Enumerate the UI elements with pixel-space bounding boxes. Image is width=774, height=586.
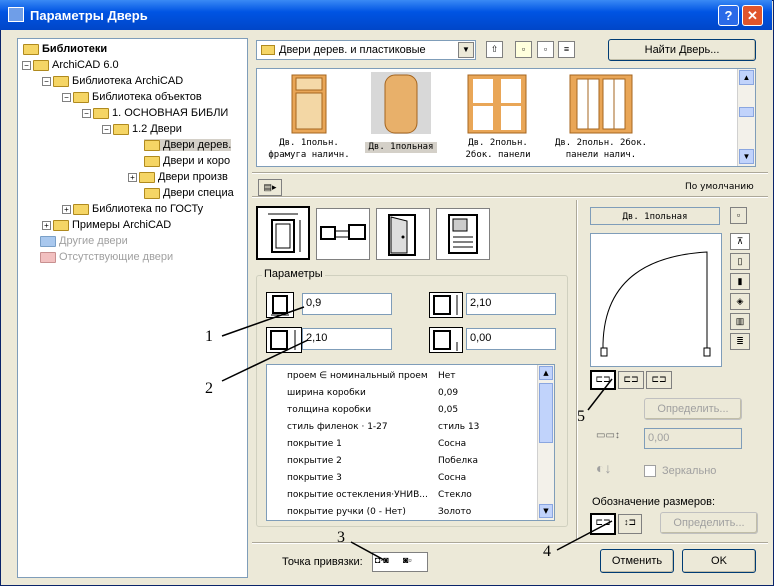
callout-5: 5 — [577, 408, 585, 425]
callout-1: 1 — [205, 328, 213, 345]
callout-lines — [221, 306, 613, 561]
callout-4: 4 — [543, 543, 551, 560]
callout-2: 2 — [205, 380, 213, 397]
callout-3: 3 — [337, 529, 345, 546]
